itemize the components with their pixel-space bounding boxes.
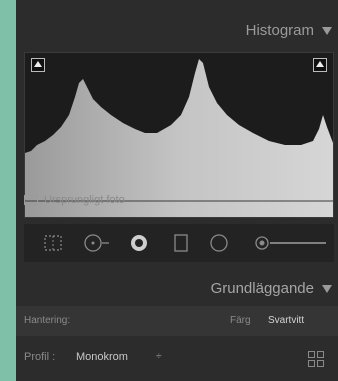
develop-panel: Histogram Ursprungligt foto Grundläggand… (16, 0, 338, 381)
profile-label: Profil : (24, 351, 56, 363)
profile-browser-grid-icon[interactable] (308, 351, 324, 367)
red-eye-icon[interactable] (128, 233, 150, 253)
shadow-clipping-icon[interactable] (31, 58, 45, 72)
profile-dropdown-icon[interactable]: ÷ (156, 351, 162, 362)
basic-section-header[interactable]: Grundläggande (16, 272, 338, 306)
radial-filter-icon[interactable] (208, 233, 230, 253)
histogram-title: Histogram (245, 22, 314, 39)
profile-row: Profil : Monokrom ÷ (16, 343, 338, 373)
highlight-clipping-icon[interactable] (313, 58, 327, 72)
original-photo-toggle[interactable]: Ursprungligt foto (24, 190, 125, 210)
collapse-triangle-icon[interactable] (322, 27, 332, 35)
adjustment-brush-icon[interactable] (254, 233, 330, 253)
collapse-triangle-icon[interactable] (322, 285, 332, 293)
basic-section-title: Grundläggande (210, 280, 314, 297)
treatment-row: Hantering: Färg Svartvitt (16, 306, 338, 336)
spot-removal-icon[interactable] (82, 233, 110, 253)
original-photo-label: Ursprungligt foto (44, 194, 125, 206)
treatment-bw-option[interactable]: Svartvitt (268, 315, 304, 326)
checkbox-icon[interactable] (24, 195, 38, 205)
profile-select[interactable]: Monokrom (76, 351, 128, 363)
histogram-header[interactable]: Histogram (16, 14, 338, 46)
tool-strip (24, 224, 334, 262)
treatment-color-option[interactable]: Färg (230, 315, 251, 326)
graduated-filter-icon[interactable] (170, 233, 192, 253)
crop-icon[interactable] (42, 233, 64, 253)
treatment-label: Hantering: (24, 315, 71, 326)
